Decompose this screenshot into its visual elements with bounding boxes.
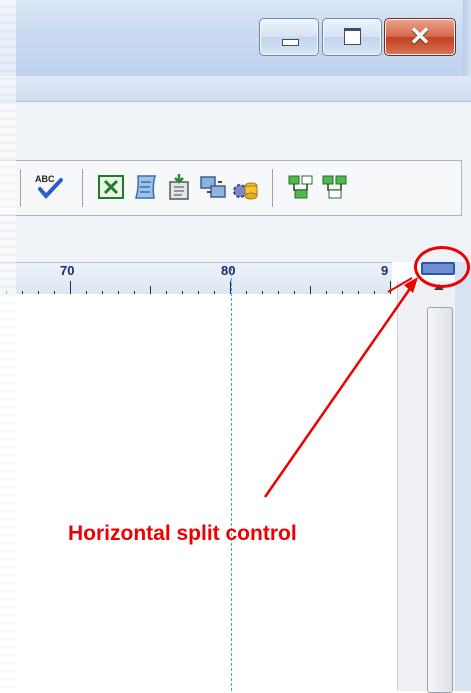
torn-edge bbox=[0, 0, 16, 691]
annotation-arrow bbox=[263, 277, 418, 498]
annotation-label: Horizontal split control bbox=[68, 522, 297, 545]
